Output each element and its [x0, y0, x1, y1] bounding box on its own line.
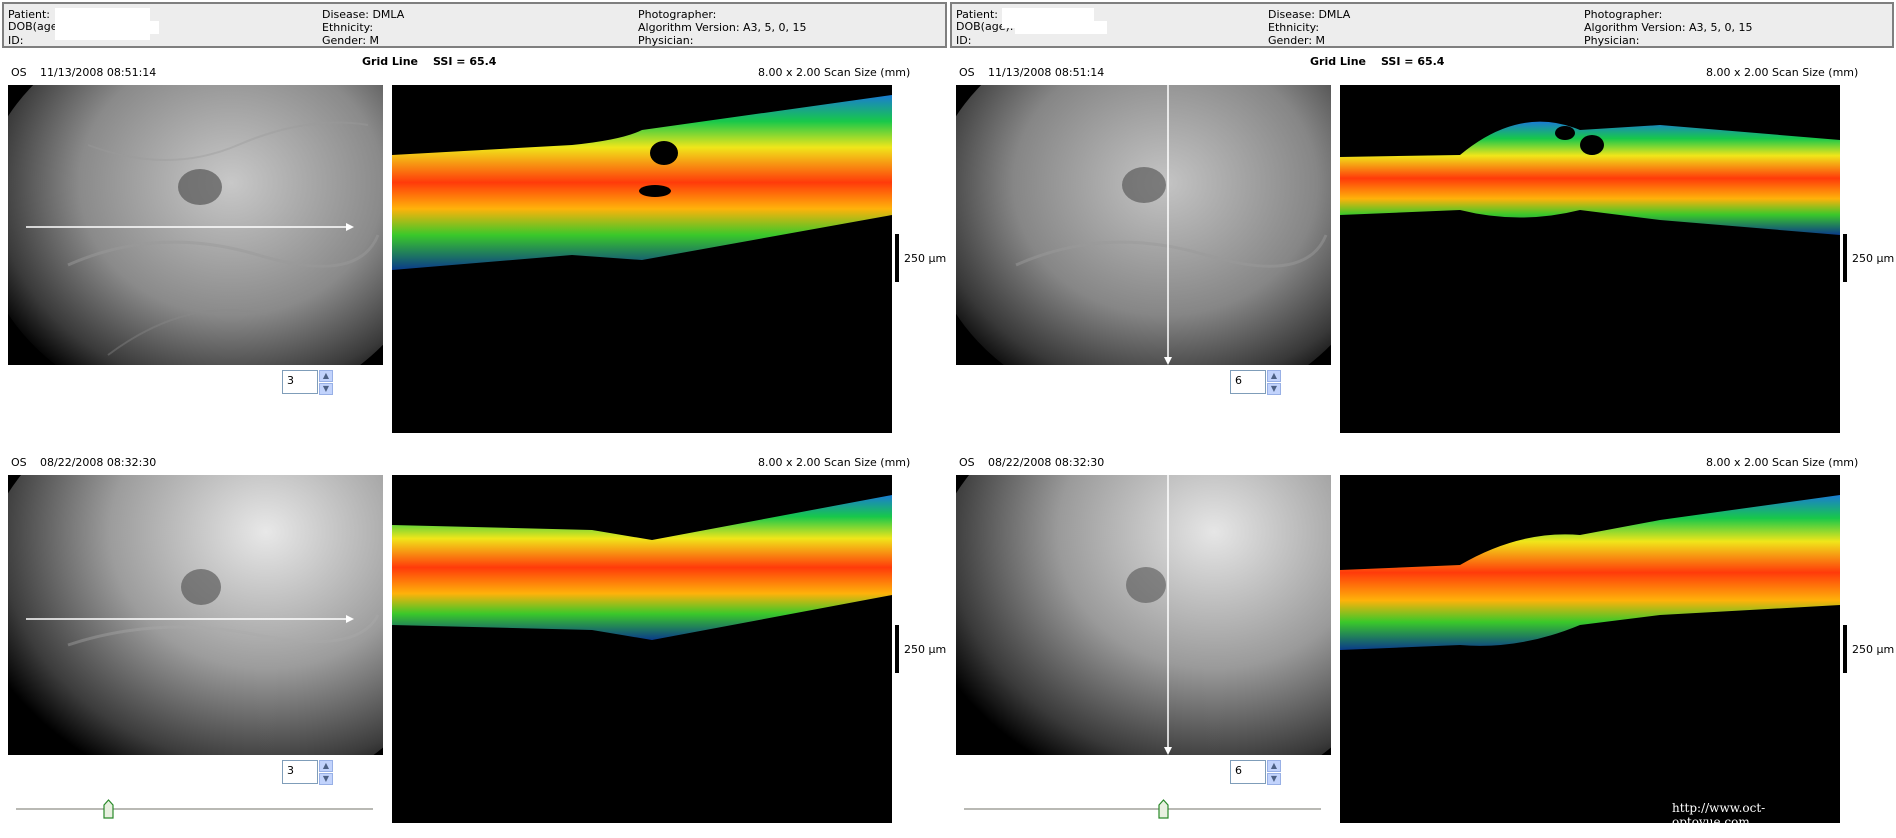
line-index-input[interactable]: 6: [1230, 370, 1266, 394]
scale-label: 250 µm: [904, 643, 947, 656]
eye-label: OS: [959, 66, 975, 79]
scale-label: 250 µm: [1852, 252, 1895, 265]
oct-bscan-image: [392, 85, 892, 433]
line-index-stepper[interactable]: 6 ▲ ▼: [1230, 370, 1282, 396]
scan-size-label: 8.00 x 2.00 Scan Size (mm): [1706, 456, 1859, 469]
algorithm-version-field: Algorithm Version: A3, 5, 0, 15: [1584, 21, 1753, 34]
scale-bar: [1843, 234, 1847, 282]
decrement-arrow-icon[interactable]: ▼: [319, 383, 333, 395]
scan-datetime: 11/13/2008 08:51:14: [40, 66, 157, 79]
gender-field: Gender: M: [322, 34, 380, 47]
patient-id-redaction: [1002, 8, 1094, 28]
oct-bscan-image: [1340, 85, 1840, 433]
eye-label: OS: [959, 456, 975, 469]
id-label: ID:: [956, 34, 972, 47]
scale-bar: [895, 625, 899, 673]
fundus-image[interactable]: [956, 475, 1331, 755]
scan-size-label: 8.00 x 2.00 Scan Size (mm): [758, 66, 911, 79]
fundus-image-graphic: [8, 85, 383, 365]
line-index-stepper[interactable]: 3 ▲ ▼: [282, 760, 334, 786]
disease-field: Disease: DMLA: [322, 8, 405, 21]
decrement-arrow-icon[interactable]: ▼: [1267, 773, 1281, 785]
ssi-label: SSI = 65.4: [433, 55, 497, 68]
increment-arrow-icon[interactable]: ▲: [1267, 370, 1281, 382]
photographer-field: Photographer:: [638, 8, 717, 21]
line-index-input[interactable]: 3: [282, 760, 318, 784]
scale-label: 250 µm: [904, 252, 947, 265]
physician-field: Physician:: [1584, 34, 1640, 47]
line-index-input[interactable]: 6: [1230, 760, 1266, 784]
line-index-stepper[interactable]: 6 ▲ ▼: [1230, 760, 1282, 786]
patient-id-redaction: [55, 8, 150, 40]
oct-bscan-image: http://www.oct-optovue.com: [1340, 475, 1840, 823]
gender-field: Gender: M: [1268, 34, 1326, 47]
oct-bscan-image: [392, 475, 892, 823]
ethnicity-field: Ethnicity:: [1268, 21, 1320, 34]
watermark-url: http://www.oct-optovue.com: [1672, 801, 1766, 823]
id-label: ID:: [8, 34, 24, 47]
eye-label: OS: [11, 66, 27, 79]
photographer-field: Photographer:: [1584, 8, 1663, 21]
increment-arrow-icon[interactable]: ▲: [319, 760, 333, 772]
decrement-arrow-icon[interactable]: ▼: [319, 773, 333, 785]
disease-field: Disease: DMLA: [1268, 8, 1351, 21]
scan-type-label: Grid Line: [362, 55, 418, 68]
scale-label: 250 µm: [1852, 643, 1895, 656]
scan-type-label: Grid Line: [1310, 55, 1366, 68]
scan-slider[interactable]: [964, 797, 1321, 821]
fundus-image-graphic: [956, 85, 1331, 365]
line-index-stepper[interactable]: 3 ▲ ▼: [282, 370, 334, 396]
fundus-image[interactable]: [956, 85, 1331, 365]
slider-thumb[interactable]: [1158, 799, 1169, 819]
ssi-label: SSI = 65.4: [1381, 55, 1445, 68]
slider-track: [964, 808, 1321, 811]
slider-thumb[interactable]: [102, 799, 114, 819]
scan-datetime: 11/13/2008 08:51:14: [988, 66, 1105, 79]
increment-arrow-icon[interactable]: ▲: [319, 370, 333, 382]
scale-bar: [895, 234, 899, 282]
scan-slider[interactable]: [16, 797, 373, 821]
eye-label: OS: [11, 456, 27, 469]
algorithm-version-field: Algorithm Version: A3, 5, 0, 15: [638, 21, 807, 34]
scale-bar: [1843, 625, 1847, 673]
increment-arrow-icon[interactable]: ▲: [1267, 760, 1281, 772]
scan-size-label: 8.00 x 2.00 Scan Size (mm): [1706, 66, 1859, 79]
physician-field: Physician:: [638, 34, 694, 47]
fundus-image-graphic: [8, 475, 383, 755]
fundus-image-graphic: [956, 475, 1331, 755]
scan-size-label: 8.00 x 2.00 Scan Size (mm): [758, 456, 911, 469]
fundus-image[interactable]: [8, 475, 383, 755]
scan-datetime: 08/22/2008 08:32:30: [988, 456, 1105, 469]
scan-datetime: 08/22/2008 08:32:30: [40, 456, 157, 469]
slider-track: [16, 808, 373, 811]
fundus-image[interactable]: [8, 85, 383, 365]
decrement-arrow-icon[interactable]: ▼: [1267, 383, 1281, 395]
ethnicity-field: Ethnicity:: [322, 21, 374, 34]
line-index-input[interactable]: 3: [282, 370, 318, 394]
